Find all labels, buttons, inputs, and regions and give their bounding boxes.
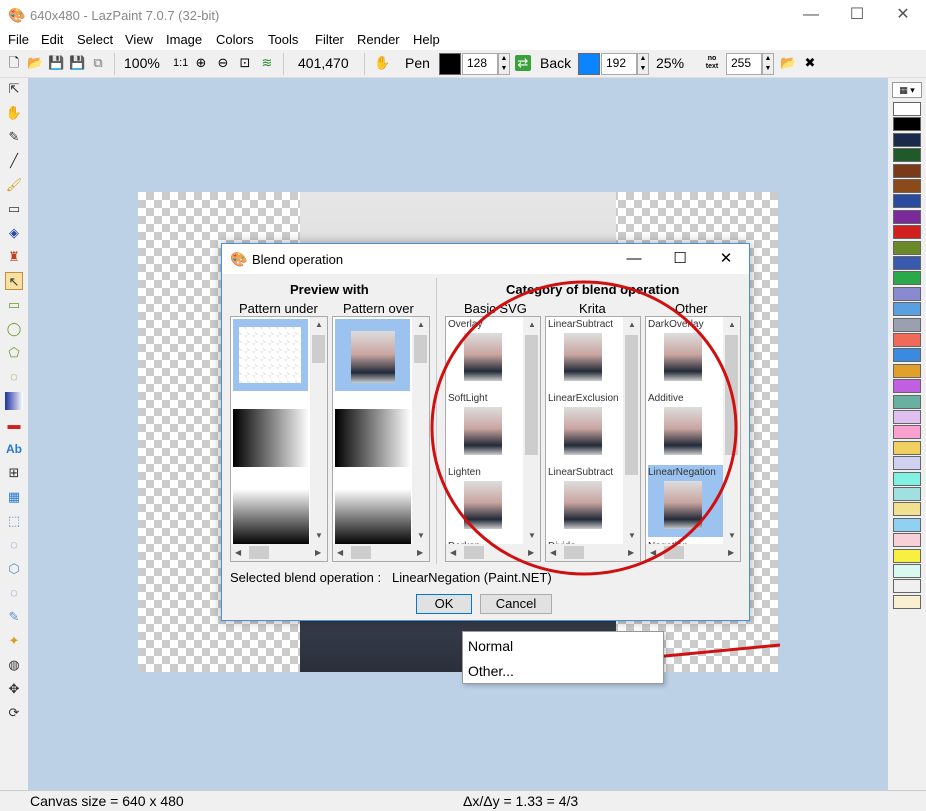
menu-item-other[interactable]: Other... xyxy=(468,663,514,679)
annotation-circle xyxy=(430,280,738,576)
blend-context-menu: Normal Other... xyxy=(462,631,664,684)
annotation-overlay xyxy=(430,280,781,676)
menu-item-normal[interactable]: Normal xyxy=(468,638,513,654)
